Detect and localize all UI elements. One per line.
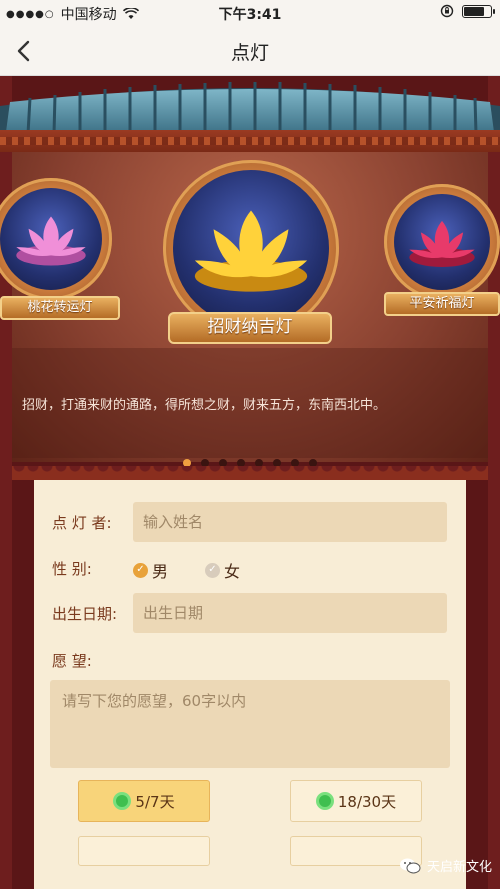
birth-label: 出生日期: [52, 605, 118, 623]
check-icon: ✓ [205, 562, 220, 578]
gender-label: 性 别: [52, 560, 92, 578]
watermark-text: 天启新文化 [426, 860, 492, 875]
gender-female-radio[interactable]: ✓ 女 [205, 558, 240, 582]
duration-option-18-30[interactable]: 18/30天 [290, 780, 422, 822]
wish-label: 愿 望: [52, 652, 92, 670]
lamp-label-pingan[interactable]: 平安祈福灯 [384, 292, 500, 316]
gender-male-label: 男 [152, 562, 169, 581]
lamp-description: 招财，打通来财的通路，得所想之财，财来五方，东南西北中。 [22, 398, 387, 413]
coin-icon [315, 792, 334, 810]
lotus-icon [409, 220, 475, 267]
lamp-pingan[interactable] [384, 184, 500, 300]
duration-option-more-1[interactable] [78, 836, 210, 866]
duration-label: 5/7天 [135, 792, 175, 811]
lotus-icon [16, 216, 86, 266]
page-title: 点灯 [230, 42, 269, 64]
gender-female-label: 女 [224, 562, 241, 581]
name-input[interactable] [133, 502, 447, 542]
birth-date-input[interactable] [133, 593, 447, 633]
wish-textarea[interactable] [50, 680, 450, 768]
lighter-label: 点 灯 者: [52, 514, 112, 532]
status-bar: ●●●●○ 中国移动 下午3:41 [0, 0, 500, 26]
coin-icon [113, 792, 132, 810]
roof-ornament-band [0, 130, 500, 152]
battery-fill [464, 6, 485, 16]
wechat-icon [399, 858, 421, 873]
orientation-lock-icon [440, 4, 454, 18]
scallop-border [12, 466, 488, 480]
lamp-label-taohua[interactable]: 桃花转运灯 [0, 296, 120, 320]
check-icon: ✓ [133, 562, 148, 578]
battery-icon [462, 4, 495, 18]
nav-bar: 点灯 [0, 26, 500, 76]
lamp-zhaocai[interactable] [163, 160, 339, 336]
lamp-taohua[interactable] [0, 178, 112, 300]
lotus-icon [194, 210, 308, 292]
lamp-label-zhaocai[interactable]: 招财纳吉灯 [168, 312, 332, 344]
duration-option-5-7[interactable]: 5/7天 [78, 780, 210, 822]
duration-label: 18/30天 [337, 792, 397, 811]
gender-male-radio[interactable]: ✓ 男 [133, 558, 168, 582]
status-time: 下午3:41 [218, 7, 282, 23]
watermark: 天启新文化 [399, 856, 492, 875]
